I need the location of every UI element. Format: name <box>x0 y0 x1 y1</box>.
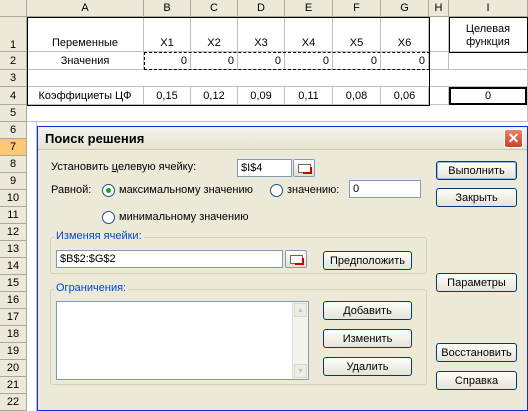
cell-e2[interactable]: 0 <box>285 52 333 70</box>
col-header-g[interactable]: G <box>381 0 429 17</box>
radio-value[interactable] <box>270 184 283 197</box>
close-button[interactable]: Закрыть <box>436 188 517 207</box>
target-cell-input[interactable]: $I$4 <box>237 159 292 177</box>
target-cell-label: Установить целевую ячейку: <box>51 161 196 173</box>
col-header-d[interactable]: D <box>238 0 285 17</box>
constraints-list[interactable]: ▲ ▼ <box>56 301 309 380</box>
col-header-f[interactable]: F <box>333 0 381 17</box>
select-all-corner[interactable] <box>0 0 27 17</box>
constraints-label: Ограничения: <box>54 282 129 294</box>
row-header-14[interactable]: 14 <box>0 258 27 275</box>
row-header-8[interactable]: 8 <box>0 156 27 173</box>
changing-cells-input[interactable]: $B$2:$G$2 <box>56 250 283 268</box>
cell-i1[interactable]: Целевая функция <box>449 17 528 52</box>
cell-c2[interactable]: 0 <box>191 52 238 70</box>
close-icon[interactable]: ✕ <box>504 129 523 148</box>
solve-button[interactable]: Выполнить <box>436 161 517 180</box>
radio-max[interactable] <box>102 184 115 197</box>
cell-g4[interactable]: 0,06 <box>381 87 429 105</box>
cell-g2[interactable]: 0 <box>381 52 429 70</box>
solver-dialog: Поиск решения ✕ Установить целевую ячейк… <box>37 126 528 411</box>
cell-c1[interactable]: X2 <box>191 17 238 52</box>
row-header-9[interactable]: 9 <box>0 173 27 190</box>
row-header-6[interactable]: 6 <box>0 122 27 139</box>
col-header-c[interactable]: C <box>191 0 238 17</box>
constraints-scrollbar[interactable]: ▲ ▼ <box>292 302 308 379</box>
target-label-post: елевую ячейку: <box>117 161 197 173</box>
radio-min[interactable] <box>102 211 115 224</box>
row-header-13[interactable]: 13 <box>0 241 27 258</box>
cell-a4[interactable]: Коэффициеты ЦФ <box>27 87 144 105</box>
row-header-17[interactable]: 17 <box>0 309 27 326</box>
row-header-15[interactable]: 15 <box>0 275 27 292</box>
col-header-i[interactable]: I <box>449 0 528 17</box>
changing-cells-label: Изменяя ячейки: <box>54 230 144 242</box>
guess-button[interactable]: Предположить <box>323 251 412 270</box>
cell-c4[interactable]: 0,12 <box>191 87 238 105</box>
reset-all-button[interactable]: Восстановить <box>436 343 517 362</box>
cell-a1[interactable]: Переменные <box>27 17 144 52</box>
cell-f4[interactable]: 0,08 <box>333 87 381 105</box>
opt-min-label[interactable]: минимальному значению <box>119 211 249 223</box>
col-header-b[interactable]: B <box>144 0 191 17</box>
row-header-21[interactable]: 21 <box>0 377 27 394</box>
change-button[interactable]: Изменить <box>323 329 412 348</box>
row-header-22[interactable]: 22 <box>0 394 27 411</box>
cell-b1[interactable]: X1 <box>144 17 191 52</box>
delete-button[interactable]: Удалить <box>323 357 412 376</box>
row-header-3[interactable]: 3 <box>0 70 27 87</box>
cell-h1[interactable] <box>429 17 449 52</box>
column-a-visible-strip[interactable] <box>27 122 37 411</box>
row-header-16[interactable]: 16 <box>0 292 27 309</box>
scroll-up-icon[interactable]: ▲ <box>294 303 307 317</box>
value-of-input[interactable]: 0 <box>349 180 421 198</box>
cell-g1[interactable]: X6 <box>381 17 429 52</box>
cell-d1[interactable]: X3 <box>238 17 285 52</box>
cell-d4[interactable]: 0,09 <box>238 87 285 105</box>
cell-h4[interactable] <box>429 87 449 105</box>
row-header-19[interactable]: 19 <box>0 343 27 360</box>
scroll-down-icon[interactable]: ▼ <box>294 364 307 378</box>
col-header-a[interactable]: A <box>27 0 144 17</box>
help-button[interactable]: Справка <box>436 371 517 390</box>
cell-e4[interactable]: 0,11 <box>285 87 333 105</box>
cell-b4[interactable]: 0,15 <box>144 87 191 105</box>
cell-i2[interactable] <box>449 52 528 70</box>
options-button[interactable]: Параметры <box>436 273 517 292</box>
row-header-20[interactable]: 20 <box>0 360 27 377</box>
add-button[interactable]: Добавить <box>323 301 412 320</box>
equal-label: Равной: <box>51 184 92 196</box>
cell-i4[interactable]: 0 <box>449 87 528 105</box>
row-header-10[interactable]: 10 <box>0 190 27 207</box>
cell-f2[interactable]: 0 <box>333 52 381 70</box>
dialog-titlebar[interactable]: Поиск решения ✕ <box>38 127 527 150</box>
col-header-e[interactable]: E <box>285 0 333 17</box>
target-ref-button[interactable] <box>293 159 315 177</box>
row-header-11[interactable]: 11 <box>0 207 27 224</box>
opt-max-label[interactable]: максимальному значению <box>119 184 253 196</box>
dialog-title: Поиск решения <box>45 131 145 146</box>
opt-value-label[interactable]: значению: <box>287 184 339 196</box>
row-5-cells[interactable] <box>27 105 528 122</box>
cell-h2[interactable] <box>429 52 449 70</box>
col-header-h[interactable]: H <box>429 0 449 17</box>
target-label-pre: Установить <box>51 161 112 173</box>
cell-f1[interactable]: X5 <box>333 17 381 52</box>
row-header-12[interactable]: 12 <box>0 224 27 241</box>
cell-e1[interactable]: X4 <box>285 17 333 52</box>
changing-ref-button[interactable] <box>285 250 307 268</box>
row-header-5[interactable]: 5 <box>0 105 27 122</box>
row-header-7[interactable]: 7 <box>0 139 27 156</box>
row-header-2[interactable]: 2 <box>0 52 27 70</box>
row-header-18[interactable]: 18 <box>0 326 27 343</box>
row-header-1[interactable]: 1 <box>0 17 27 52</box>
row-header-4[interactable]: 4 <box>0 87 27 105</box>
cell-a2[interactable]: Значения <box>27 52 144 70</box>
row-3-cells[interactable] <box>27 70 528 87</box>
cell-d2[interactable]: 0 <box>238 52 285 70</box>
cell-b2[interactable]: 0 <box>144 52 191 70</box>
